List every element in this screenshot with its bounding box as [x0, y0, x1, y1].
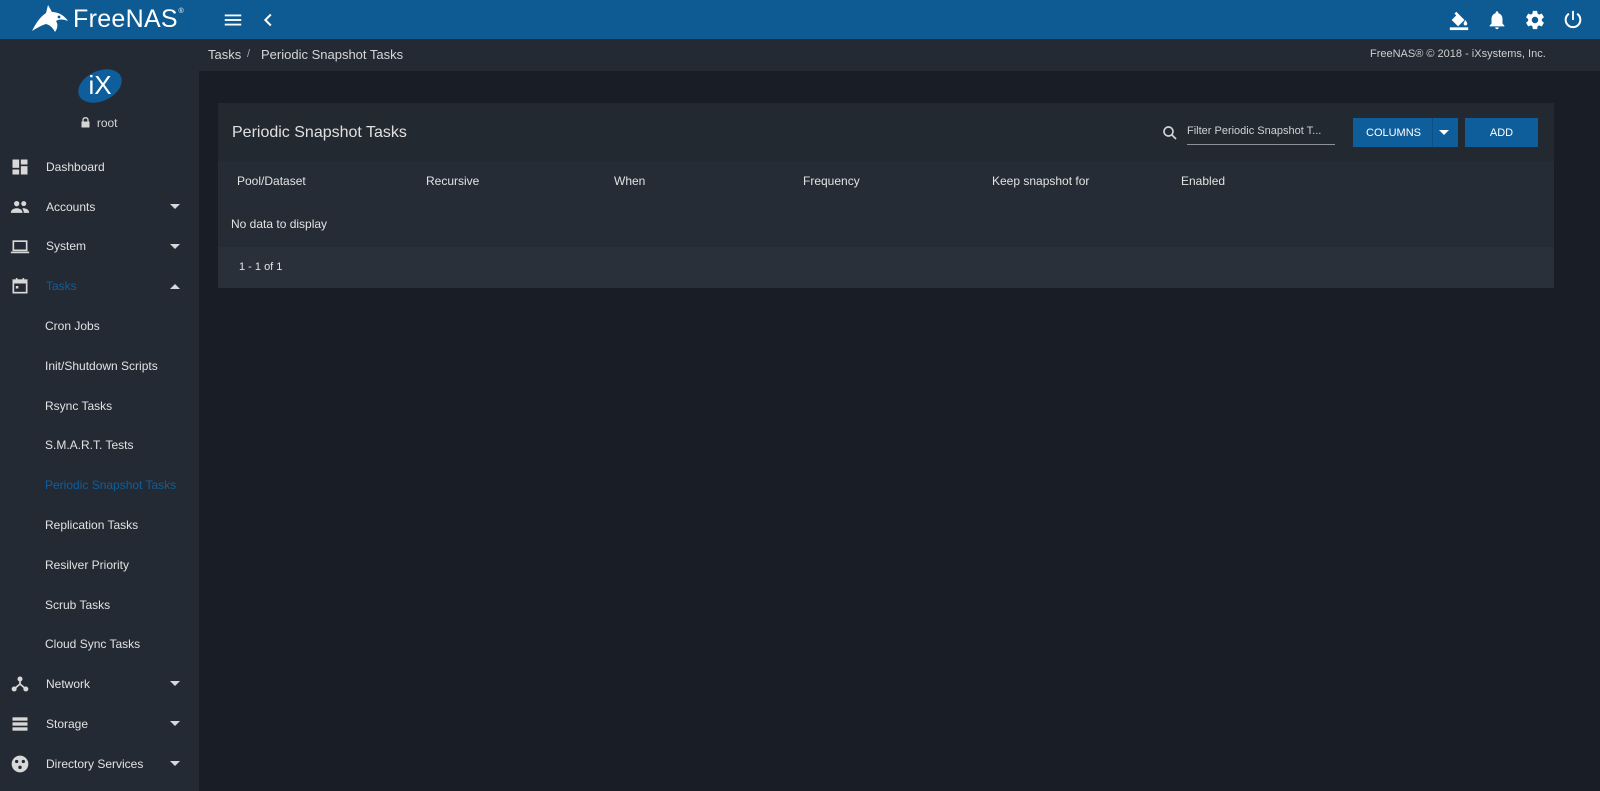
- caret-down-icon: [170, 203, 180, 209]
- calendar-icon: [12, 278, 28, 294]
- column-header-keep-snapshot-for[interactable]: Keep snapshot for: [992, 174, 1089, 188]
- top-icon-group: [1448, 0, 1600, 39]
- columns-button-divider: [1432, 118, 1433, 147]
- column-header-recursive[interactable]: Recursive: [426, 174, 479, 188]
- bell-icon[interactable]: [1486, 9, 1508, 31]
- snapshot-tasks-card: Periodic Snapshot Tasks COLUMNS ADD Pool…: [218, 103, 1554, 288]
- columns-button[interactable]: COLUMNS: [1353, 118, 1458, 147]
- gear-icon[interactable]: [1524, 9, 1546, 31]
- breadcrumb-current: Periodic Snapshot Tasks: [261, 47, 404, 62]
- people-icon: [10, 200, 30, 213]
- sidebar-subitem-smart-tests[interactable]: S.M.A.R.T. Tests: [0, 426, 199, 466]
- filter-input[interactable]: [1187, 121, 1335, 145]
- sidebar-item-label: Directory Services: [46, 756, 144, 771]
- breadcrumb-tasks[interactable]: Tasks: [208, 47, 241, 62]
- top-bar: FreeNAS ®: [0, 0, 1600, 39]
- power-icon[interactable]: [1562, 9, 1584, 31]
- sidebar-subitem-init-shutdown-scripts[interactable]: Init/Shutdown Scripts: [0, 346, 199, 386]
- caret-down-icon: [1439, 130, 1449, 135]
- lock-icon: [81, 117, 90, 128]
- paint-bucket-icon[interactable]: [1448, 9, 1470, 31]
- dashboard-icon: [12, 159, 28, 175]
- caret-down-icon: [170, 721, 180, 727]
- sidebar-item-directory-services[interactable]: Directory Services: [0, 744, 199, 784]
- sidebar-item-label: Storage: [46, 717, 89, 732]
- sidebar-subitem-resilver-priority[interactable]: Resilver Priority: [0, 545, 199, 585]
- card-header: Periodic Snapshot Tasks COLUMNS ADD: [218, 103, 1554, 161]
- table-footer: 1 - 1 of 1: [218, 247, 1554, 288]
- menu-icon[interactable]: [222, 9, 244, 31]
- caret-up-icon: [170, 284, 180, 290]
- breadcrumb-separator: /: [247, 48, 251, 60]
- sidebar-subitem-cron-jobs[interactable]: Cron Jobs: [0, 306, 199, 346]
- chevron-left-icon[interactable]: [258, 9, 280, 31]
- sidebar-item-network[interactable]: Network: [0, 664, 199, 704]
- logo-text: FreeNAS ®: [73, 4, 184, 33]
- columns-button-label: COLUMNS: [1366, 127, 1422, 139]
- sidebar-subitem-replication-tasks[interactable]: Replication Tasks: [0, 505, 199, 545]
- directory-icon: [11, 755, 29, 773]
- laptop-icon: [10, 239, 30, 253]
- network-icon: [11, 676, 29, 692]
- caret-down-icon: [170, 681, 180, 687]
- sidebar-nav: Dashboard Accounts System Tasks Cron Job…: [0, 147, 199, 784]
- page-title: Periodic Snapshot Tasks: [232, 124, 407, 141]
- sidebar-item-label: Tasks: [46, 279, 77, 294]
- copyright-text: FreeNAS® © 2018 - iXsystems, Inc.: [1370, 48, 1546, 60]
- user-info: root: [0, 116, 199, 130]
- sidebar-subitem-cloud-sync-tasks[interactable]: Cloud Sync Tasks: [0, 625, 199, 665]
- sidebar-item-label: System: [46, 239, 87, 254]
- sidebar: iX root Dashboard Accounts System Tasks …: [0, 39, 199, 791]
- sidebar-subitem-scrub-tasks[interactable]: Scrub Tasks: [0, 585, 199, 625]
- username: root: [96, 116, 118, 130]
- search-icon: [1163, 126, 1177, 140]
- table-header: Pool/Dataset Recursive When Frequency Ke…: [218, 161, 1554, 203]
- sidebar-item-label: Dashboard: [46, 159, 105, 174]
- sidebar-subitem-periodic-snapshot-tasks[interactable]: Periodic Snapshot Tasks: [0, 465, 199, 505]
- ix-avatar: iX: [78, 69, 122, 103]
- pager-count: 1 - 1 of 1: [239, 261, 283, 273]
- caret-down-icon: [170, 760, 180, 766]
- column-header-when[interactable]: When: [614, 174, 645, 188]
- column-header-pool-dataset[interactable]: Pool/Dataset: [237, 174, 306, 188]
- shark-logo-icon: [32, 5, 68, 32]
- breadcrumb: Tasks / Periodic Snapshot Tasks FreeNAS®…: [199, 39, 1600, 71]
- column-header-enabled[interactable]: Enabled: [1181, 174, 1225, 188]
- sidebar-item-dashboard[interactable]: Dashboard: [0, 147, 199, 187]
- add-button[interactable]: ADD: [1465, 118, 1538, 147]
- freenas-logo[interactable]: FreeNAS ®: [30, 2, 184, 36]
- sidebar-item-accounts[interactable]: Accounts: [0, 187, 199, 227]
- sidebar-item-label: Accounts: [46, 199, 96, 214]
- sidebar-item-label: Network: [46, 677, 91, 692]
- sidebar-item-system[interactable]: System: [0, 227, 199, 267]
- svg-text:iX: iX: [88, 70, 111, 100]
- caret-down-icon: [170, 243, 180, 249]
- empty-message: No data to display: [231, 217, 328, 231]
- sidebar-item-storage[interactable]: Storage: [0, 704, 199, 744]
- sidebar-subitem-rsync-tasks[interactable]: Rsync Tasks: [0, 386, 199, 426]
- column-header-frequency[interactable]: Frequency: [803, 174, 860, 188]
- sidebar-item-tasks[interactable]: Tasks: [0, 266, 199, 306]
- storage-icon: [12, 717, 28, 731]
